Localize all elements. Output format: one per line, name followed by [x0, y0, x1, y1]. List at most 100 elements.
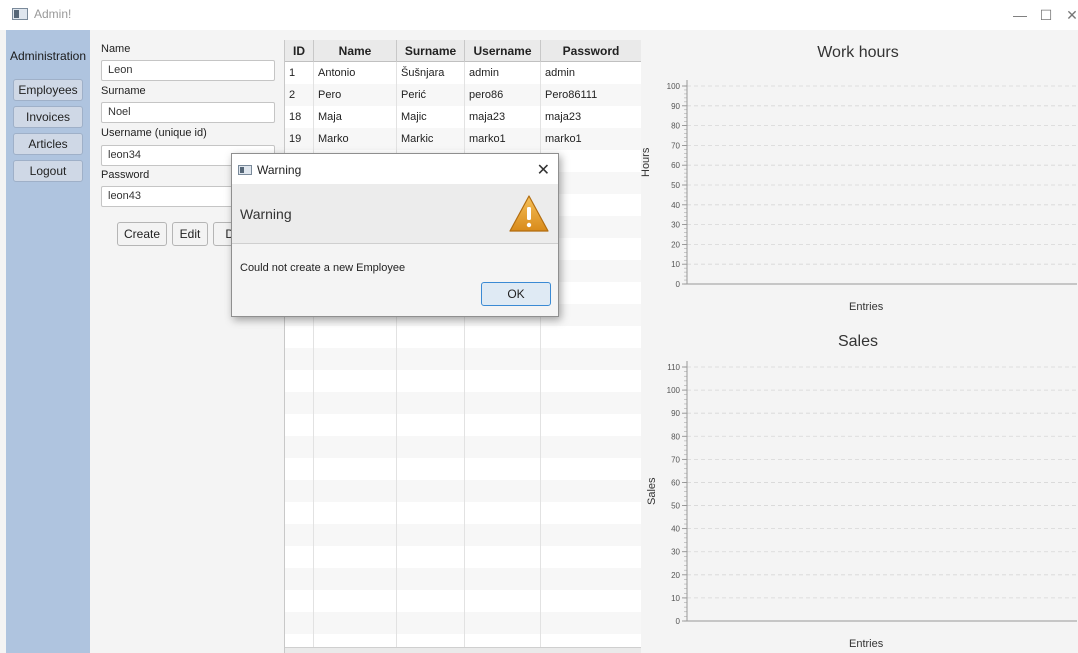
table-row[interactable] — [285, 436, 641, 458]
dialog-titlebar[interactable]: Warning ✕ — [232, 154, 558, 184]
cell-username — [465, 392, 541, 414]
column-header-password[interactable]: Password — [541, 40, 641, 62]
cell-id — [285, 348, 314, 370]
cell-password: marko1 — [541, 128, 641, 150]
workhours-y-tick-label: 30 — [671, 221, 680, 230]
cell-password — [541, 502, 641, 524]
cell-username — [465, 612, 541, 634]
sidebar-item-articles[interactable]: Articles — [13, 133, 83, 155]
cell-password: maja23 — [541, 106, 641, 128]
name-field[interactable]: Leon — [101, 60, 275, 81]
table-row[interactable] — [285, 568, 641, 590]
table-row[interactable] — [285, 502, 641, 524]
sales-y-tick-label: 60 — [671, 478, 680, 487]
sidebar-item-employees[interactable]: Employees — [13, 79, 83, 101]
cell-username: maja23 — [465, 106, 541, 128]
cell-username: admin — [465, 62, 541, 84]
surname-label: Surname — [101, 85, 146, 97]
table-row[interactable] — [285, 590, 641, 612]
table-row[interactable] — [285, 612, 641, 634]
window-title: Admin! — [34, 7, 72, 21]
dialog-close-icon[interactable]: ✕ — [537, 160, 550, 180]
cell-id — [285, 524, 314, 546]
name-label: Name — [101, 43, 131, 55]
minimize-button[interactable]: — — [1010, 6, 1030, 24]
sales-y-tick-label: 10 — [671, 594, 680, 603]
cell-username — [465, 370, 541, 392]
cell-password — [541, 480, 641, 502]
cell-password — [541, 414, 641, 436]
cell-id — [285, 392, 314, 414]
table-row[interactable] — [285, 348, 641, 370]
column-header-name[interactable]: Name — [314, 40, 397, 62]
workhours-y-tick-label: 50 — [671, 181, 680, 190]
dialog-app-icon — [238, 165, 252, 175]
cell-username — [465, 480, 541, 502]
edit-button[interactable]: Edit — [172, 222, 208, 246]
cell-id — [285, 546, 314, 568]
cell-password — [541, 370, 641, 392]
column-header-username[interactable]: Username — [465, 40, 541, 62]
cell-password: admin — [541, 62, 641, 84]
column-header-surname[interactable]: Surname — [397, 40, 465, 62]
cell-surname — [397, 414, 465, 436]
sales-y-tick-label: 30 — [671, 548, 680, 557]
close-button[interactable]: ✕ — [1062, 6, 1078, 24]
employees-table[interactable]: ID Name Surname Username Password 1 Anton… — [284, 40, 641, 653]
table-row[interactable] — [285, 370, 641, 392]
dialog-title: Warning — [257, 163, 302, 177]
username-label: Username (unique id) — [101, 127, 207, 139]
workhours-y-tick-label: 10 — [671, 260, 680, 269]
sales-y-tick-label: 50 — [671, 502, 680, 511]
table-row[interactable] — [285, 458, 641, 480]
ok-button[interactable]: OK — [481, 282, 551, 306]
surname-field[interactable]: Noel — [101, 102, 275, 123]
sales-y-tick-label: 100 — [667, 386, 681, 395]
workhours-chart-plot: 0 10 20 30 40 50 60 70 80 90 100 — [667, 80, 1077, 289]
sales-y-tick-label: 80 — [671, 432, 680, 441]
sales-y-tick-label: 110 — [667, 363, 680, 372]
cell-password — [541, 546, 641, 568]
cell-surname — [397, 546, 465, 568]
sales-chart-plot: 0 10 20 30 40 50 60 70 80 90 100 110 — [667, 361, 1077, 625]
workhours-y-tick-label: 70 — [671, 141, 680, 150]
cell-name — [314, 392, 397, 414]
cell-name — [314, 480, 397, 502]
cell-name: Marko — [314, 128, 397, 150]
cell-id — [285, 370, 314, 392]
table-row[interactable] — [285, 326, 641, 348]
cell-surname: Perić — [397, 84, 465, 106]
cell-surname — [397, 348, 465, 370]
sales-y-tick-label: 70 — [671, 455, 680, 464]
sidebar-item-logout[interactable]: Logout — [13, 160, 83, 182]
sidebar: Administration Employees Invoices Articl… — [6, 30, 90, 653]
cell-name — [314, 546, 397, 568]
cell-id: 19 — [285, 128, 314, 150]
table-row[interactable] — [285, 392, 641, 414]
table-header: ID Name Surname Username Password — [285, 40, 641, 62]
cell-username — [465, 590, 541, 612]
cell-name — [314, 458, 397, 480]
workhours-chart-title: Work hours — [817, 44, 899, 61]
table-row[interactable] — [285, 546, 641, 568]
column-header-id[interactable]: ID — [285, 40, 314, 62]
table-row[interactable]: 2 Pero Perić pero86 Pero86111 — [285, 84, 641, 106]
sales-y-tick-label: 20 — [671, 571, 680, 580]
cell-id — [285, 414, 314, 436]
table-row[interactable]: 1 Antonio Šušnjara admin admin — [285, 62, 641, 84]
table-row[interactable]: 18 Maja Majic maja23 maja23 — [285, 106, 641, 128]
sidebar-item-invoices[interactable]: Invoices — [13, 106, 83, 128]
table-row[interactable]: 19 Marko Markic marko1 marko1 — [285, 128, 641, 150]
table-row[interactable] — [285, 480, 641, 502]
workhours-y-tick-label: 60 — [671, 161, 680, 170]
horizontal-scrollbar[interactable] — [285, 647, 641, 653]
cell-username — [465, 348, 541, 370]
create-button[interactable]: Create — [117, 222, 167, 246]
cell-name — [314, 590, 397, 612]
cell-surname — [397, 436, 465, 458]
table-row[interactable] — [285, 414, 641, 436]
table-row[interactable] — [285, 524, 641, 546]
maximize-button[interactable]: ☐ — [1036, 6, 1056, 24]
sidebar-heading: Administration — [9, 49, 87, 63]
workhours-y-tick-label: 40 — [671, 201, 680, 210]
